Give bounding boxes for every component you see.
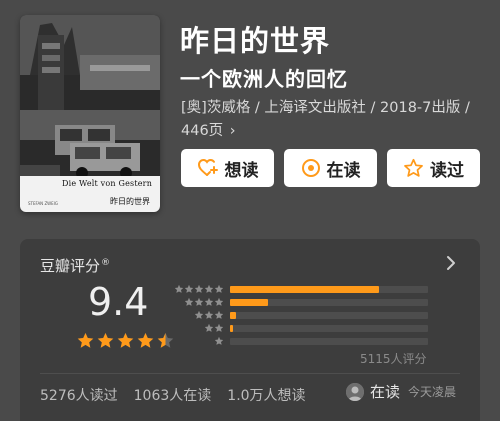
rating-bar-track (230, 298, 428, 306)
target-icon (301, 159, 320, 177)
small-star-icon (214, 337, 224, 345)
reading-button[interactable]: 在读 (284, 149, 377, 187)
want-to-read-label: 想读 (224, 160, 259, 181)
divider (40, 373, 460, 374)
cover-title-de: Die Welt von Gestern (62, 179, 153, 188)
rating-star-icon (77, 332, 94, 348)
want-count[interactable]: 1.0万人想读 (227, 385, 305, 405)
rating-star-icon (137, 332, 154, 348)
small-star-icon (184, 285, 194, 293)
small-star-icon (194, 285, 204, 293)
rating-bar-track (230, 324, 428, 332)
book-meta-text: [奥]茨威格 / 上海译文出版社 / 2018-7出版 / 446页 (181, 100, 470, 139)
small-star-icon (214, 285, 224, 293)
my-reading-status[interactable]: 在读 今天凌晨 (346, 381, 456, 402)
reader-stats: 5276人读过 1063人在读 1.0万人想读 (40, 385, 306, 405)
rating-star-icon (97, 332, 114, 348)
rating-star-icon (117, 332, 134, 348)
rating-section-title: 豆瓣评分® (40, 255, 110, 276)
cover-title-cn: 昨日的世界 (110, 197, 150, 206)
rating-bar-row (172, 336, 428, 346)
book-title: 昨日的世界 (180, 24, 331, 58)
rating-bar-stars (172, 336, 224, 346)
read-count[interactable]: 5276人读过 (40, 385, 118, 405)
reader-time: 今天凌晨 (408, 385, 457, 399)
heart-plus-icon (197, 158, 218, 176)
cover-author: STEFAN ZWEIG (28, 201, 58, 206)
cover-caption: Die Welt von Gestern STEFAN ZWEIG 昨日的世界 (20, 176, 160, 212)
small-star-icon (204, 324, 214, 332)
small-star-icon (194, 311, 204, 319)
small-star-icon (214, 298, 224, 306)
rating-card[interactable]: 豆瓣评分® 9.4 5115人评分 5276人读过 1063人在读 1.0万人想… (20, 239, 480, 421)
rating-stars (76, 331, 175, 350)
avatar (346, 382, 364, 401)
star-outline-icon (404, 158, 423, 177)
book-subtitle: 一个欧洲人的回忆 (180, 67, 348, 91)
registered-mark: ® (101, 258, 111, 268)
small-star-icon (204, 311, 214, 319)
rating-bar-fill (230, 311, 236, 319)
want-to-read-button[interactable]: 想读 (181, 149, 274, 187)
rating-bar-stars (172, 310, 224, 320)
small-star-icon (184, 298, 194, 306)
rating-count: 5115人评分 (360, 352, 427, 366)
rating-bar-stars (172, 323, 224, 333)
rating-bar-fill (230, 324, 233, 332)
chevron-right-icon[interactable] (444, 253, 458, 273)
reader-status: 在读 (370, 383, 401, 401)
book-cover[interactable]: Die Welt von Gestern STEFAN ZWEIG 昨日的世界 (20, 15, 160, 212)
small-star-icon (204, 285, 214, 293)
small-star-icon (214, 311, 224, 319)
rating-bar-fill (230, 285, 379, 293)
read-label: 读过 (430, 160, 464, 181)
read-button[interactable]: 读过 (387, 149, 480, 187)
rating-bar-stars (172, 284, 224, 294)
book-meta[interactable]: [奥]茨威格 / 上海译文出版社 / 2018-7出版 / 446页 › (181, 97, 483, 143)
small-star-icon (174, 285, 184, 293)
rating-bar-row (172, 323, 428, 333)
small-star-icon (214, 324, 224, 332)
chevron-right-icon: › (229, 123, 236, 139)
reading-count[interactable]: 1063人在读 (134, 385, 212, 405)
small-star-icon (194, 298, 204, 306)
rating-score: 9.4 (88, 280, 149, 324)
reading-label: 在读 (326, 160, 361, 181)
rating-bar-fill (230, 298, 268, 306)
rating-bar-track (230, 285, 428, 293)
rating-bar-stars (172, 297, 224, 307)
rating-bar-row (172, 297, 428, 307)
rating-bar-track (230, 337, 428, 345)
rating-bar-track (230, 311, 428, 319)
rating-bar-row (172, 284, 428, 294)
small-star-icon (204, 298, 214, 306)
rating-title-text: 豆瓣评分 (40, 257, 101, 275)
rating-bar-row (172, 310, 428, 320)
